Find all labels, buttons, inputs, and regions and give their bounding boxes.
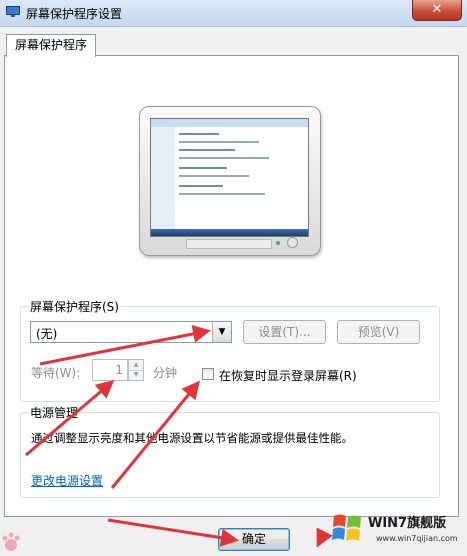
power-group-label: 电源管理 xyxy=(28,404,81,421)
power-led-icon xyxy=(276,241,280,245)
settings-button[interactable]: 设置(T)... xyxy=(243,320,326,344)
chevron-down-icon[interactable]: ▼ xyxy=(212,322,231,342)
watermark: WIN7旗舰版 www.win7qijian.com xyxy=(328,508,464,554)
ok-button[interactable]: 确定 xyxy=(218,528,290,551)
close-button[interactable]: ✕ xyxy=(412,0,462,21)
arrow-to-ok xyxy=(107,518,239,547)
screensaver-group-label: 屏幕保护程序(S) xyxy=(28,298,121,315)
monitor-icon xyxy=(6,6,20,17)
resume-login-label[interactable]: 在恢复时显示登录屏幕(R) xyxy=(219,367,357,384)
windows-logo-icon xyxy=(332,514,361,541)
wait-minutes-input[interactable]: 1 xyxy=(92,359,128,381)
screensaver-select-value: (无) xyxy=(36,327,58,341)
watermark-url: www.win7qijian.com xyxy=(376,534,458,543)
spin-down-icon[interactable]: ▼ xyxy=(129,370,143,380)
arrow-to-cancel xyxy=(316,527,333,548)
resume-login-checkbox[interactable] xyxy=(202,368,214,380)
close-icon: ✕ xyxy=(431,2,443,17)
title-bar: 屏幕保护程序设置 ✕ xyxy=(0,0,467,27)
wait-minutes-stepper[interactable]: ▲ ▼ xyxy=(128,359,144,381)
screensaver-select[interactable]: (无) ▼ xyxy=(30,321,232,343)
power-button-icon xyxy=(287,237,298,248)
preview-screen xyxy=(150,118,309,237)
window-title: 屏幕保护程序设置 xyxy=(26,7,123,21)
paw-logo-icon xyxy=(2,532,20,551)
watermark-title: WIN7旗舰版 xyxy=(368,516,447,531)
change-power-settings-link[interactable]: 更改电源设置 xyxy=(31,472,103,489)
wait-label: 等待(W): xyxy=(31,366,81,380)
preview-button[interactable]: 预览(V) xyxy=(337,320,420,344)
power-description: 通过调整显示亮度和其他电源设置以节省能源或提供最佳性能。 xyxy=(31,431,353,445)
wait-unit-label: 分钟 xyxy=(153,366,178,380)
monitor-preview xyxy=(139,106,321,256)
tab-screensaver[interactable]: 屏幕保护程序 xyxy=(6,34,97,57)
